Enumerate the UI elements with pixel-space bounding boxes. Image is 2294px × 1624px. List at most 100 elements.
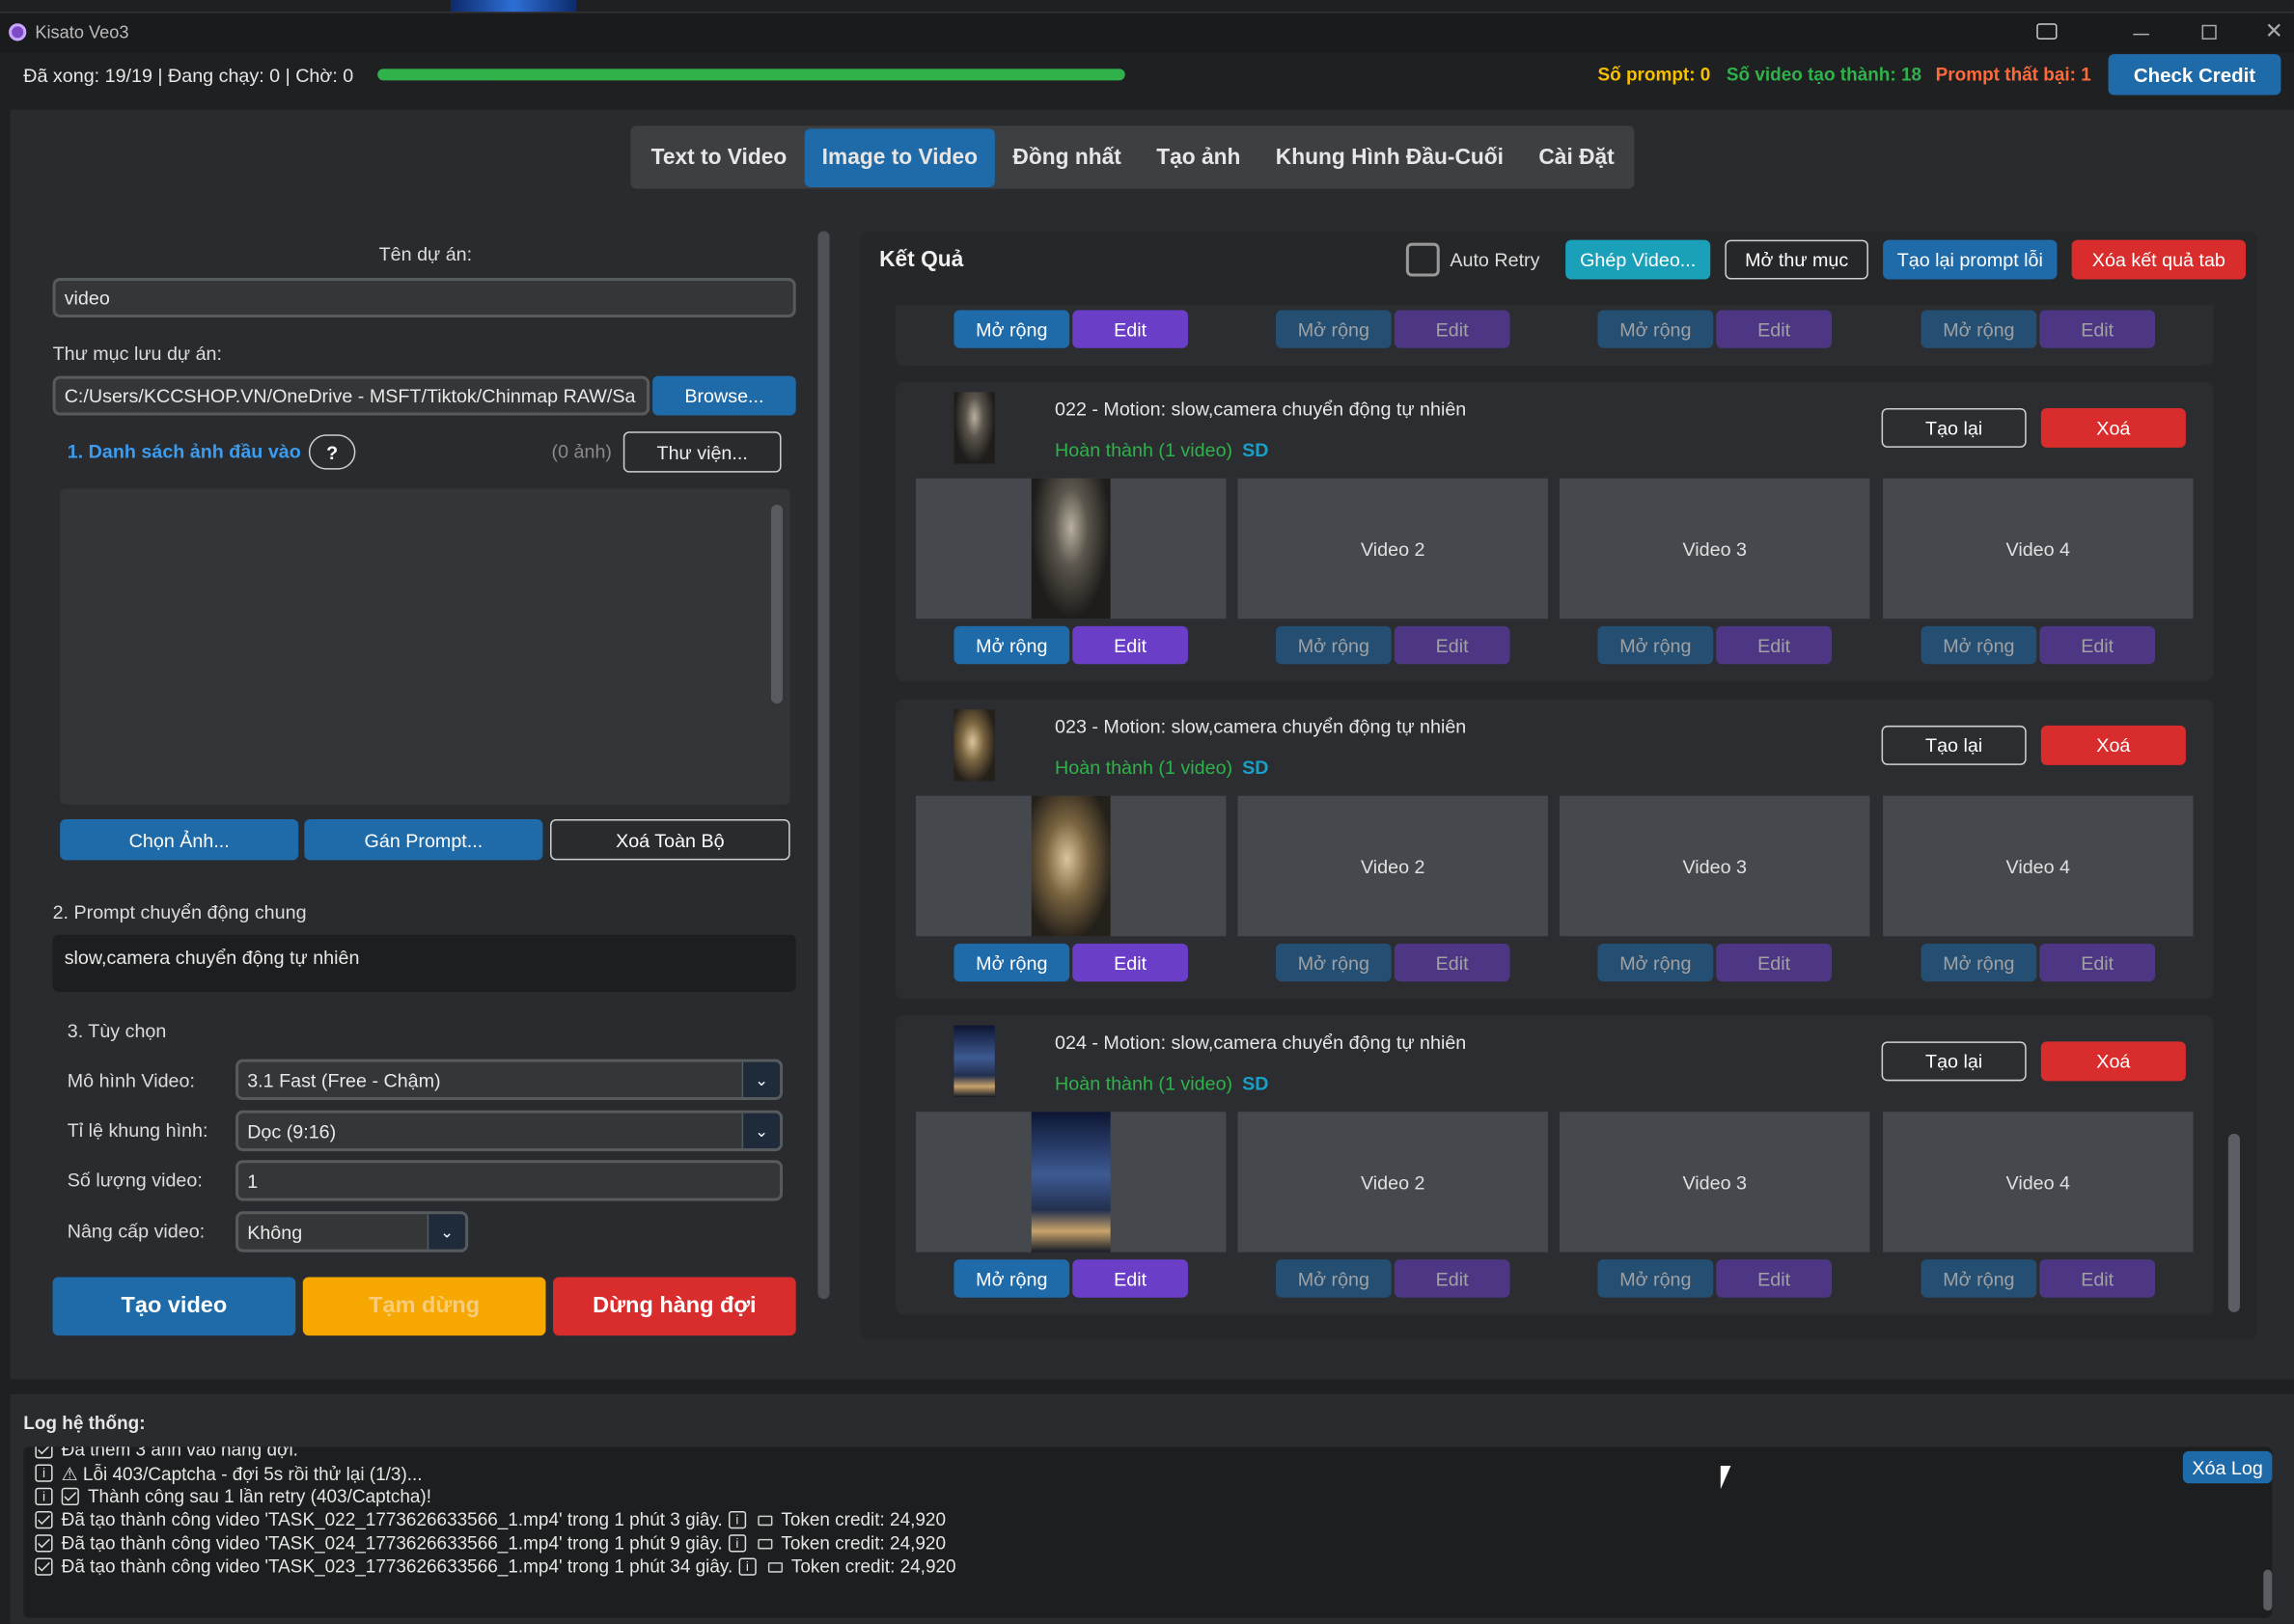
- tab-dong-nhat[interactable]: Đồng nhất: [995, 128, 1139, 187]
- video-slot-4[interactable]: Video 4: [1883, 1112, 2194, 1252]
- partial-card-edit-button-4[interactable]: Edit: [2039, 310, 2156, 348]
- image-list-scrollbar[interactable]: [770, 505, 784, 704]
- result-card-2-edit-button-3[interactable]: Edit: [1716, 943, 1833, 982]
- video-slot-2[interactable]: Video 2: [1237, 795, 1548, 937]
- model-select[interactable]: 3.1 Fast (Free - Chậm) ⌄: [235, 1059, 784, 1101]
- tab-bar: Text to Video Image to Video Đồng nhất T…: [630, 125, 1635, 189]
- log-textbox[interactable]: Đã thêm 3 ảnh vào hàng đợi. i ⚠ Lỗi 403/Ca…: [23, 1446, 2273, 1618]
- clear-all-button[interactable]: Xoá Toàn Bộ: [550, 818, 790, 861]
- maximize-icon[interactable]: [2201, 24, 2217, 40]
- result-card-1-expand-button-4[interactable]: Mở rộng: [1921, 625, 2037, 665]
- result-card-2-edit-button-4[interactable]: Edit: [2039, 943, 2156, 982]
- browse-button[interactable]: Browse...: [652, 375, 796, 416]
- result-thumbnail: [954, 392, 995, 464]
- snap-icon[interactable]: [2036, 23, 2058, 40]
- video-slot-3[interactable]: Video 3: [1560, 478, 1870, 619]
- open-folder-button[interactable]: Mở thư mục: [1725, 239, 1868, 280]
- result-card-1-edit-button-4[interactable]: Edit: [2039, 625, 2156, 665]
- image-list[interactable]: [60, 488, 790, 805]
- create-video-button[interactable]: Tạo video: [52, 1277, 296, 1336]
- redo-button[interactable]: Tạo lại: [1881, 1041, 2027, 1082]
- clear-log-button[interactable]: Xóa Log: [2182, 1450, 2273, 1484]
- results-scrollbar[interactable]: [2227, 1133, 2240, 1312]
- log-scrollbar[interactable]: [2263, 1569, 2273, 1611]
- result-card-3-edit-button-3[interactable]: Edit: [1716, 1259, 1833, 1298]
- check-credit-button[interactable]: Check Credit: [2108, 54, 2281, 96]
- result-card-2-expand-button-3[interactable]: Mở rộng: [1597, 943, 1714, 982]
- result-card-3-expand-button-2[interactable]: Mở rộng: [1275, 1259, 1392, 1298]
- token-credit: Token credit: 24,920: [781, 1532, 947, 1554]
- minimize-icon[interactable]: [2133, 33, 2150, 36]
- video-slot-4[interactable]: Video 4: [1883, 478, 2194, 619]
- tab-tao-anh[interactable]: Tạo ảnh: [1139, 128, 1258, 187]
- partial-card-expand-button-1[interactable]: Mở rộng: [954, 310, 1070, 348]
- log-line: i ⚠ Lỗi 403/Captcha - đợi 5s rồi thử lại …: [35, 1461, 955, 1484]
- partial-card-edit-button-1[interactable]: Edit: [1072, 310, 1188, 348]
- result-card-1-expand-button-3[interactable]: Mở rộng: [1597, 625, 1714, 665]
- result-card-2-expand-button-2[interactable]: Mở rộng: [1275, 943, 1392, 982]
- result-card-1-edit-button-3[interactable]: Edit: [1716, 625, 1833, 665]
- redo-button[interactable]: Tạo lại: [1881, 407, 2027, 448]
- upscale-select[interactable]: Không ⌄: [235, 1211, 469, 1252]
- help-button[interactable]: ?: [308, 434, 356, 470]
- result-card-3-expand-button-1[interactable]: Mở rộng: [954, 1259, 1070, 1298]
- chevron-down-icon[interactable]: ⌄: [427, 1214, 466, 1250]
- chevron-down-icon[interactable]: ⌄: [741, 1113, 781, 1149]
- result-card-3-expand-button-3[interactable]: Mở rộng: [1597, 1259, 1714, 1298]
- delete-button[interactable]: Xoá: [2040, 1041, 2186, 1082]
- partial-card-edit-button-2[interactable]: Edit: [1394, 310, 1510, 348]
- count-input[interactable]: 1: [235, 1160, 784, 1201]
- video-slot-1[interactable]: [916, 478, 1227, 619]
- partial-card-expand-button-2[interactable]: Mở rộng: [1275, 310, 1392, 348]
- partial-card-expand-button-4[interactable]: Mở rộng: [1921, 310, 2037, 348]
- merge-video-button[interactable]: Ghép Video...: [1565, 239, 1711, 280]
- folder-path-input[interactable]: C:/Users/KCCSHOP.VN/OneDrive - MSFT/Tikt…: [52, 375, 650, 416]
- result-card-2-edit-button-1[interactable]: Edit: [1072, 943, 1188, 982]
- clear-results-tab-button[interactable]: Xóa kết quả tab: [2071, 239, 2247, 280]
- card-icon: [758, 1538, 773, 1549]
- redo-button[interactable]: Tạo lại: [1881, 725, 2027, 765]
- project-name-input[interactable]: video: [52, 278, 796, 317]
- result-card-1-edit-button-1[interactable]: Edit: [1072, 625, 1188, 665]
- partial-card-edit-button-3[interactable]: Edit: [1716, 310, 1833, 348]
- log-text: Thành công sau 1 lần retry (403/Captcha)…: [87, 1486, 432, 1507]
- motion-prompt-textarea[interactable]: slow,camera chuyển động tự nhiên: [52, 934, 796, 992]
- result-card-1-expand-button-1[interactable]: Mở rộng: [954, 625, 1070, 665]
- stop-queue-button[interactable]: Dừng hàng đợi: [553, 1277, 796, 1336]
- video-slot-2[interactable]: Video 2: [1237, 478, 1548, 619]
- assign-prompt-button[interactable]: Gán Prompt...: [304, 818, 543, 861]
- auto-retry-checkbox[interactable]: [1405, 242, 1440, 277]
- retry-failed-button[interactable]: Tạo lại prompt lỗi: [1883, 239, 2058, 280]
- library-button[interactable]: Thư viện...: [622, 431, 782, 473]
- tab-cai-dat[interactable]: Cài Đặt: [1521, 128, 1632, 187]
- result-card-2-expand-button-4[interactable]: Mở rộng: [1921, 943, 2037, 982]
- video-slot-2[interactable]: Video 2: [1237, 1112, 1548, 1252]
- result-card-3-expand-button-4[interactable]: Mở rộng: [1921, 1259, 2037, 1298]
- chevron-down-icon[interactable]: ⌄: [741, 1061, 781, 1097]
- close-icon[interactable]: ✕: [2265, 17, 2283, 44]
- pause-button[interactable]: Tạm dừng: [302, 1277, 546, 1336]
- result-card-2-expand-button-1[interactable]: Mở rộng: [954, 943, 1070, 982]
- result-card-2-edit-button-2[interactable]: Edit: [1394, 943, 1510, 982]
- result-card-3-edit-button-4[interactable]: Edit: [2039, 1259, 2156, 1298]
- video-slot-3[interactable]: Video 3: [1560, 1112, 1870, 1252]
- video-slot-4[interactable]: Video 4: [1883, 795, 2194, 937]
- tab-text-to-video[interactable]: Text to Video: [633, 128, 804, 187]
- left-panel-scrollbar[interactable]: [817, 231, 830, 1300]
- video-slot-1[interactable]: [916, 795, 1227, 937]
- partial-card-expand-button-3[interactable]: Mở rộng: [1597, 310, 1714, 348]
- video-slot-3[interactable]: Video 3: [1560, 795, 1870, 937]
- window-title: Kisato Veo3: [35, 21, 129, 42]
- ratio-select[interactable]: Dọc (9:16) ⌄: [235, 1110, 784, 1152]
- log-text: Đã tạo thành công video 'TASK_024_177362…: [61, 1532, 723, 1554]
- delete-button[interactable]: Xoá: [2040, 407, 2186, 448]
- choose-images-button[interactable]: Chọn Ảnh...: [60, 818, 299, 861]
- tab-image-to-video[interactable]: Image to Video: [804, 127, 996, 187]
- delete-button[interactable]: Xoá: [2040, 725, 2186, 765]
- video-slot-1[interactable]: [916, 1112, 1227, 1252]
- result-card-1-edit-button-2[interactable]: Edit: [1394, 625, 1510, 665]
- result-card-1-expand-button-2[interactable]: Mở rộng: [1275, 625, 1392, 665]
- result-card-3-edit-button-1[interactable]: Edit: [1072, 1259, 1188, 1298]
- result-card-3-edit-button-2[interactable]: Edit: [1394, 1259, 1510, 1298]
- tab-khung-hinh[interactable]: Khung Hình Đầu-Cuối: [1258, 128, 1522, 187]
